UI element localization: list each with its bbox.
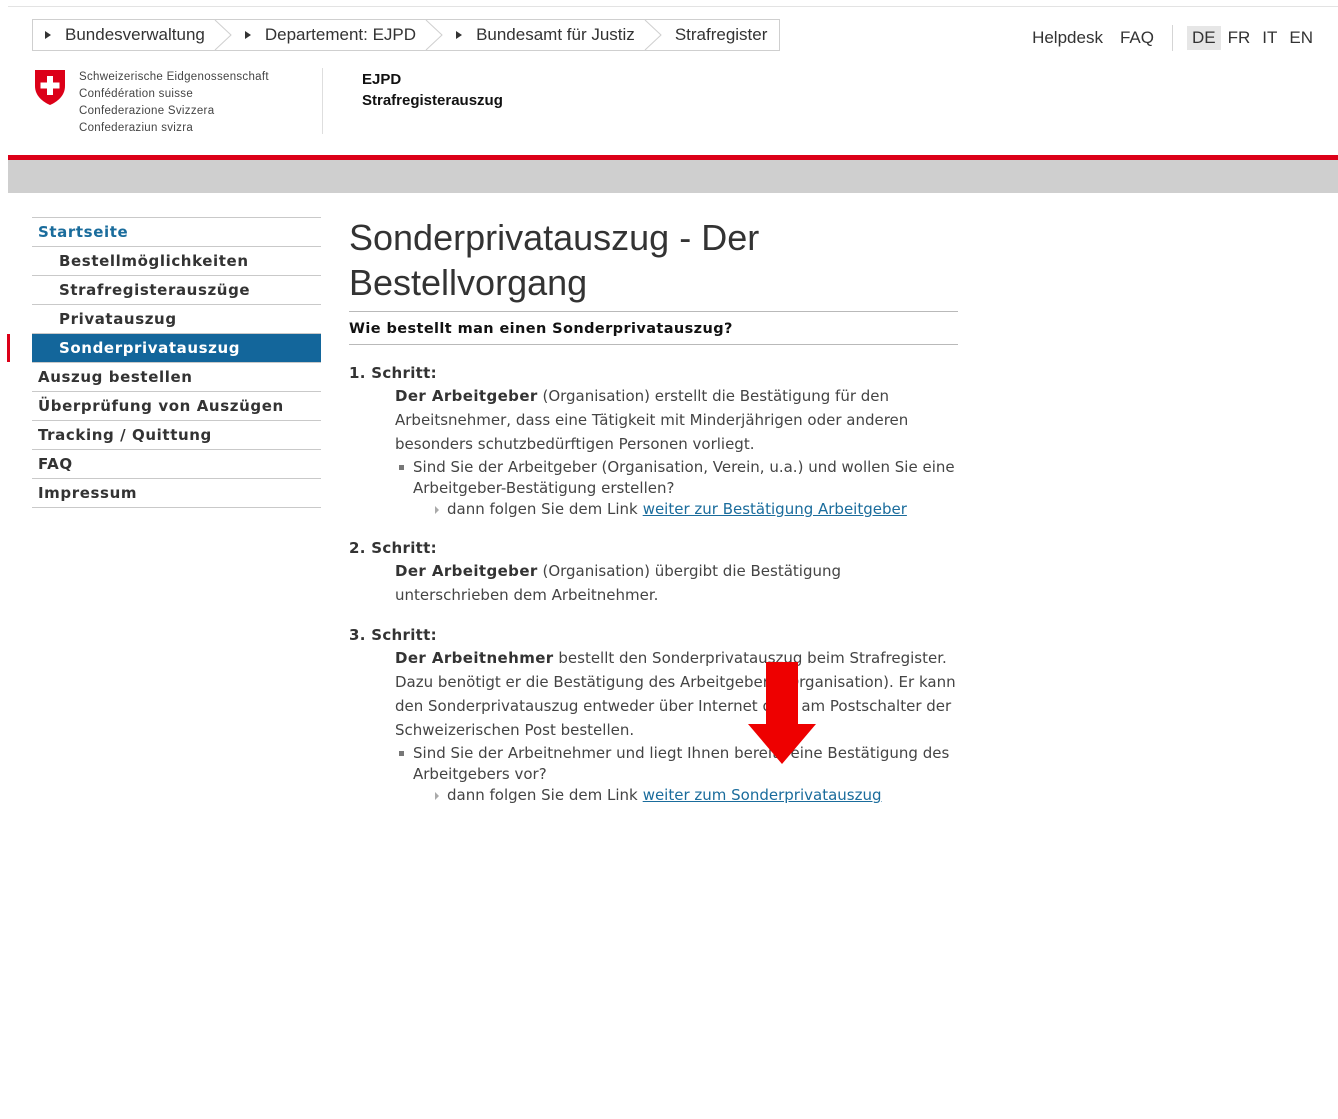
faq-link[interactable]: FAQ — [1120, 28, 1154, 48]
meta-divider — [1171, 25, 1173, 51]
step-actor: Der Arbeitgeber — [395, 562, 538, 580]
name-de: Schweizerische Eidgenossenschaft — [79, 71, 269, 83]
helpdesk-link[interactable]: Helpdesk — [1032, 28, 1103, 48]
language-en[interactable]: EN — [1284, 26, 1318, 50]
sidebar-item-bestellmoeglichkeiten[interactable]: Bestellmöglichkeiten — [32, 247, 321, 276]
department-header: EJPD Strafregisterauszug — [362, 69, 503, 111]
name-rm: Confederaziun svizra — [79, 122, 194, 134]
breadcrumb-item-departement[interactable]: Departement: EJPD — [233, 20, 444, 50]
link-row: dann folgen Sie dem Link weiter zum Sond… — [435, 785, 958, 806]
main-content: Sonderprivatauszug - Der Bestellvorgang … — [349, 215, 958, 806]
step-2: 2. Schritt: Der Arbeitgeber (Organisatio… — [349, 537, 958, 607]
step-title: 3. Schritt: — [349, 626, 437, 644]
link-prefix: dann folgen Sie dem Link — [447, 500, 638, 518]
sidebar-item-impressum[interactable]: Impressum — [32, 479, 321, 508]
sidebar-item-tracking[interactable]: Tracking / Quittung — [32, 421, 321, 450]
triangle-right-icon — [435, 791, 439, 800]
breadcrumb-label: Bundesverwaltung — [65, 25, 205, 44]
breadcrumb-label: Strafregister — [674, 25, 768, 44]
sonderprivatauszug-link[interactable]: weiter zum Sonderprivatauszug — [643, 785, 882, 806]
sidebar-item-strafregisterauszuege[interactable]: Strafregisterauszüge — [32, 276, 321, 305]
triangle-right-icon — [456, 31, 463, 39]
language-fr[interactable]: FR — [1223, 26, 1256, 50]
breadcrumb-label: Departement: EJPD — [264, 25, 417, 44]
chevron-separator-icon — [425, 20, 443, 50]
top-border — [8, 6, 1338, 7]
triangle-right-icon — [244, 31, 251, 39]
breadcrumb-item-strafregister[interactable]: Strafregister — [663, 20, 781, 50]
square-bullet-icon — [399, 465, 404, 470]
confederation-logo[interactable]: Schweizerische Eidgenossenschaft Confédé… — [33, 68, 323, 134]
breadcrumb-item-bundesverwaltung[interactable]: Bundesverwaltung — [33, 20, 233, 50]
language-it[interactable]: IT — [1257, 26, 1282, 50]
breadcrumb-item-bundesamt[interactable]: Bundesamt für Justiz — [444, 20, 663, 50]
sidebar-item-sonderprivatauszug[interactable]: Sonderprivatauszug — [7, 334, 321, 363]
header-gray-bar — [8, 160, 1338, 193]
step-actor: Der Arbeitnehmer — [395, 649, 554, 667]
step-description: Der Arbeitgeber (Organisation) übergibt … — [395, 559, 958, 607]
red-arrow-annotation-icon — [748, 662, 816, 764]
service-name: Strafregisterauszug — [362, 92, 503, 109]
sidebar-item-startseite[interactable]: Startseite — [32, 218, 321, 247]
meta-navigation: Helpdesk FAQ DE FR IT EN — [1015, 25, 1318, 51]
section-heading: Wie bestellt man einen Sonderprivatauszu… — [349, 312, 958, 345]
triangle-right-icon — [435, 505, 439, 514]
employer-confirmation-link[interactable]: weiter zur Bestätigung Arbeitgeber — [643, 499, 907, 520]
square-bullet-icon — [399, 751, 404, 756]
bullet-text: Sind Sie der Arbeitgeber (Organisation, … — [413, 458, 955, 497]
page-title: Sonderprivatauszug - Der Bestellvorgang — [349, 215, 958, 312]
language-de[interactable]: DE — [1186, 26, 1221, 50]
breadcrumb-label: Bundesamt für Justiz — [476, 25, 635, 44]
link-prefix: dann folgen Sie dem Link — [447, 786, 638, 804]
breadcrumb: Bundesverwaltung Departement: EJPD Bunde… — [32, 19, 781, 51]
sidebar-item-privatauszug[interactable]: Privatauszug — [32, 305, 321, 334]
department-name: EJPD — [362, 71, 402, 88]
step-bullet: Sind Sie der Arbeitnehmer und liegt Ihne… — [399, 743, 958, 785]
step-actor: Der Arbeitgeber — [395, 387, 538, 405]
step-description: Der Arbeitnehmer bestellt den Sonderpriv… — [395, 646, 958, 742]
name-fr: Confédération suisse — [79, 88, 194, 100]
step-title: 1. Schritt: — [349, 364, 437, 382]
confederation-names: Schweizerische Eidgenossenschaft Confédé… — [79, 69, 269, 134]
sidebar-item-faq[interactable]: FAQ — [32, 450, 321, 479]
step-3: 3. Schritt: Der Arbeitnehmer bestellt de… — [349, 624, 958, 806]
chevron-separator-icon — [644, 20, 662, 50]
swiss-shield-icon — [35, 70, 65, 105]
link-row: dann folgen Sie dem Link weiter zur Best… — [435, 499, 958, 520]
step-title: 2. Schritt: — [349, 539, 437, 557]
step-description: Der Arbeitgeber (Organisation) erstellt … — [395, 384, 958, 456]
name-it: Confederazione Svizzera — [79, 105, 215, 117]
step-1: 1. Schritt: Der Arbeitgeber (Organisatio… — [349, 362, 958, 520]
bullet-text: Sind Sie der Arbeitnehmer und liegt Ihne… — [413, 744, 950, 783]
sidebar-navigation: Startseite Bestellmöglichkeiten Strafreg… — [7, 217, 321, 508]
sidebar-item-auszug-bestellen[interactable]: Auszug bestellen — [32, 363, 321, 392]
sidebar-item-ueberpruefung[interactable]: Überprüfung von Auszügen — [32, 392, 321, 421]
triangle-right-icon — [45, 31, 51, 39]
step-bullet: Sind Sie der Arbeitgeber (Organisation, … — [399, 457, 958, 499]
chevron-separator-icon — [214, 20, 232, 50]
